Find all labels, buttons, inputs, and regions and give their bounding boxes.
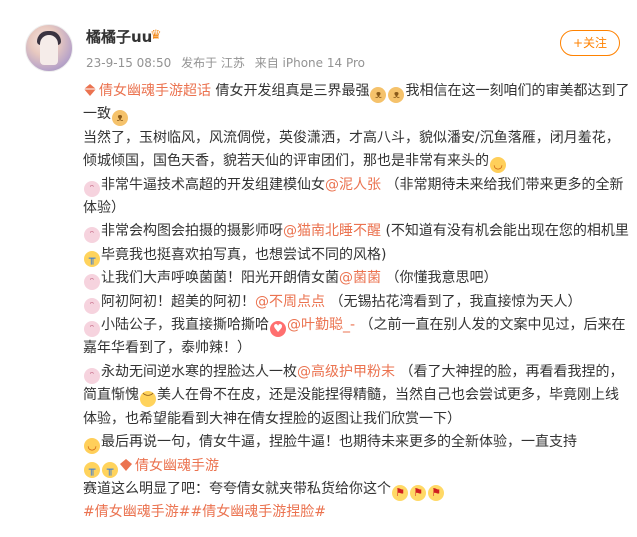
- flag-emoji-icon: ⚑: [392, 484, 408, 501]
- follow-button[interactable]: +关注: [560, 30, 620, 56]
- blush-emoji-icon: ◡: [490, 157, 506, 174]
- paragraph-7-pre: 小陆公子，我直接撕哈撕哈: [101, 317, 269, 334]
- mention-link[interactable]: @泥人张: [325, 177, 381, 193]
- crown-icon: ♛: [150, 28, 162, 43]
- bunny-emoji-icon: ᵔ: [84, 367, 100, 384]
- paragraph-5: ᵔ 让我们大声呼唤菌菌！阳光开朗倩女菌@菌菌 （你懂我意思吧）: [83, 267, 631, 291]
- cry-emoji-icon: ╥: [102, 461, 118, 478]
- bunny-emoji-icon: ᵔ: [84, 180, 100, 197]
- username[interactable]: 橘橘子uu: [86, 26, 152, 47]
- post-date[interactable]: 23-9-15 08:50: [86, 56, 171, 70]
- hashtag-links[interactable]: #倩女幽魂手游##倩女幽魂手游捏脸#: [83, 504, 326, 520]
- paragraph-6: ᵔ 阿初阿初！超美的阿初！@不周点点 （无锡拈花湾看到了，我直接惊为天人）: [83, 291, 631, 314]
- mention-link[interactable]: @高级护甲粉末: [297, 364, 395, 380]
- cat-emoji-icon: ᴥ: [388, 87, 405, 103]
- paragraph-4-pre: 非常会构图会拍摄的摄影师呀: [101, 223, 283, 240]
- paragraph-2: 当然了，玉树临风，风流倜傥，英俊潇洒，才高八斗，貌似潘安/沉鱼落雁，闭月羞花，倾…: [83, 127, 631, 174]
- paragraph-tags: #倩女幽魂手游##倩女幽魂手游捏脸#: [83, 501, 631, 524]
- paragraph-3-pre: 非常牛逼技术高超的开发组建模仙女: [101, 176, 325, 193]
- paragraph-4-post: (不知道有没有机会能出现在您的相机里: [381, 223, 629, 240]
- topic-link[interactable]: 倩女幽魂手游: [135, 458, 219, 474]
- post-meta: 23-9-15 08:50 发布于 江苏 来自 iPhone 14 Pro: [86, 54, 371, 71]
- paragraph-10-text: 赛道这么明显了吧：夸夸倩女就夹带私货给你这个: [83, 480, 391, 497]
- diamond-icon: [83, 82, 97, 96]
- paragraph-6-pre: 阿初阿初！超美的阿初！: [101, 293, 255, 310]
- flag-emoji-icon: ⚑: [410, 484, 426, 501]
- mention-link[interactable]: @不周点点: [255, 294, 325, 310]
- paragraph-4: ᵔ 非常会构图会拍摄的摄影师呀@猫南北睡不醒 (不知道有没有机会能出现在您的相机里…: [83, 220, 631, 267]
- avatar-figure: [40, 35, 58, 65]
- paragraph-4-post2: 毕竟我也挺喜欢拍写真，也想尝试不同的风格): [101, 246, 387, 263]
- paragraph-10: 赛道这么明显了吧：夸夸倩女就夹带私货给你这个 ⚑ ⚑ ⚑: [83, 478, 631, 501]
- post-header: 橘橘子uu ♛ 23-9-15 08:50 发布于 江苏 来自 iPhone 1…: [0, 0, 637, 80]
- topic-link[interactable]: 倩女幽魂手游超话: [99, 83, 211, 99]
- paragraph-6-post: （无锡拈花湾看到了，我直接惊为天人）: [325, 293, 582, 310]
- cry-emoji-icon: ╥: [84, 250, 100, 267]
- blush-emoji-icon: ◡: [84, 438, 100, 455]
- post-body: 倩女幽魂手游超话 倩女开发组真是三界最强 ᴥ ᴥ 我相信在这一刻咱们的审美都达到了一致…: [83, 80, 631, 525]
- cat-emoji-icon: ᴥ: [112, 110, 128, 127]
- mention-link[interactable]: @菌菌: [339, 270, 381, 286]
- avatar[interactable]: [25, 24, 73, 72]
- paragraph-2-text: 当然了，玉树临风，风流倜傥，英俊潇洒，才高八斗，貌似潘安/沉鱼落雁，闭月羞花，倾…: [83, 129, 620, 170]
- cat-emoji-icon: ᴥ: [370, 87, 387, 103]
- paragraph-1: 倩女幽魂手游超话 倩女开发组真是三界最强 ᴥ ᴥ 我相信在这一刻咱们的审美都达到了一致…: [83, 80, 631, 127]
- paragraph-9b: ╥ ╥ 倩女幽魂手游: [83, 455, 631, 478]
- bunny-emoji-icon: ᵔ: [84, 227, 100, 244]
- heart-eyes-emoji-icon: ♥: [270, 321, 286, 338]
- bunny-emoji-icon: ᵔ: [84, 297, 100, 314]
- bunny-emoji-icon: ᵔ: [84, 321, 100, 338]
- paragraph-5-pre: 让我们大声呼唤菌菌！阳光开朗倩女菌: [101, 270, 339, 287]
- diamond-icon: [119, 457, 133, 471]
- paragraph-5-post: （你懂我意思吧）: [381, 270, 498, 287]
- mention-link[interactable]: @叶勤聪_-: [287, 317, 355, 333]
- paragraph-8-pre: 永劫无间逆水寒的捏脸达人一枚: [101, 363, 297, 380]
- post-device: 来自 iPhone 14 Pro: [254, 56, 365, 70]
- paragraph-3: ᵔ 非常牛逼技术高超的开发组建模仙女@泥人张 （非常期待未来给我们带来更多的全新体…: [83, 174, 631, 221]
- bunny-emoji-icon: ᵔ: [84, 274, 100, 291]
- paragraph-8: ᵔ 永劫无间逆水寒的捏脸达人一枚@高级护甲粉末 （看了大神捏的脸，再看看我捏的，简…: [83, 361, 631, 431]
- cry-emoji-icon: ╥: [84, 461, 100, 478]
- flag-emoji-icon: ⚑: [428, 484, 444, 501]
- paragraph-1-text: 倩女开发组真是三界最强: [211, 83, 370, 99]
- paragraph-9: ◡ 最后再说一句，倩女牛逼，捏脸牛逼！也期待未来更多的全新体验，一直支持: [83, 431, 631, 455]
- sad-emoji-icon: ︶: [140, 391, 156, 408]
- paragraph-9-text: 最后再说一句，倩女牛逼，捏脸牛逼！也期待未来更多的全新体验，一直支持: [101, 434, 577, 451]
- mention-link[interactable]: @猫南北睡不醒: [283, 223, 381, 239]
- paragraph-8-post2: 美人在骨不在皮，还是没能捏得精髓，当然自己也会尝试更多，毕竟刚上线体验，也希望能…: [83, 387, 619, 427]
- paragraph-7: ᵔ 小陆公子，我直接撕哈撕哈 ♥ @叶勤聪_- （之前一直在别人发的文案中见过，后来在…: [83, 314, 631, 361]
- post-location: 发布于 江苏: [181, 56, 245, 70]
